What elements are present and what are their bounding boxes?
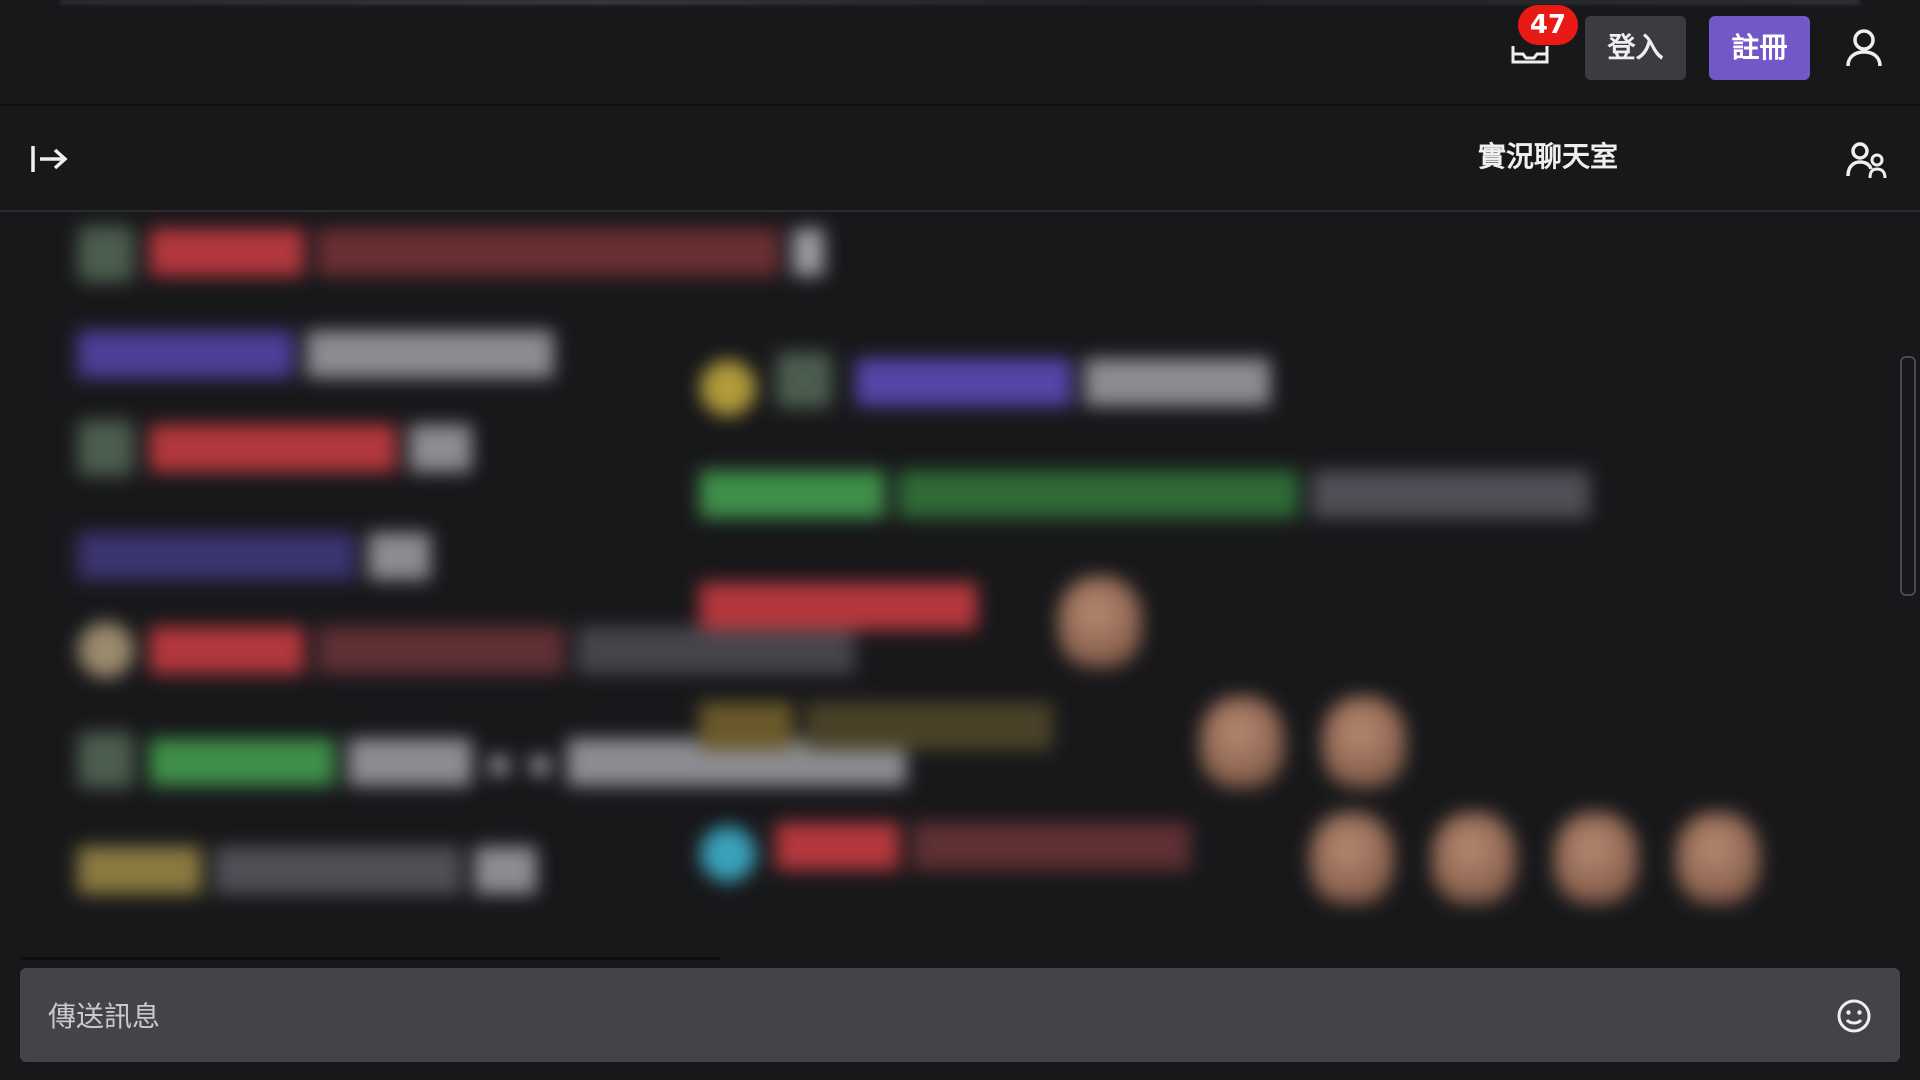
chat-header: 實況聊天室 <box>0 106 1920 212</box>
chat-message-blur: █████ ███████████████ █ <box>150 230 824 276</box>
collapse-chat-button[interactable] <box>30 142 70 176</box>
chat-emote <box>1200 696 1284 788</box>
chat-avatar <box>78 226 134 282</box>
chat-message-blur: ████████ ██ <box>150 426 472 472</box>
collapse-arrow-icon <box>31 146 68 172</box>
chat-emote <box>1432 812 1516 904</box>
login-button[interactable]: 登入 <box>1585 16 1686 80</box>
chat-emote <box>1322 696 1406 788</box>
chat-message-input[interactable] <box>46 968 1810 1064</box>
community-button[interactable] <box>1846 140 1888 180</box>
emoji-smile-icon <box>1837 999 1871 1033</box>
chat-message-blur: █████ ████████ █████████ <box>150 628 855 674</box>
chat-message-blur: ███████ ████████ <box>78 332 554 378</box>
signup-button[interactable]: 註冊 <box>1709 16 1810 80</box>
notification-count-badge: 47 <box>1518 5 1578 45</box>
user-menu-button[interactable] <box>1842 26 1886 70</box>
chat-message-blur: ███████ ██████ <box>856 360 1270 406</box>
chat-message-blur: ██████ █████████████ █████████ <box>700 472 1590 518</box>
chat-badge <box>700 360 756 416</box>
chat-scrollbar[interactable] <box>1900 356 1916 596</box>
chat-divider <box>20 957 720 960</box>
chat-emote <box>1310 812 1394 904</box>
community-users-icon <box>1846 142 1887 179</box>
chat-message-blur: █████████ <box>700 584 977 630</box>
chat-message-blur: ████ █████████ <box>776 824 1190 870</box>
blurred-chat-messages: █████ ███████████████ █ ███████ ████████… <box>0 212 1920 960</box>
chat-message-blur: ███ ████████ <box>700 704 1053 750</box>
chat-avatar <box>78 732 134 788</box>
chat-avatar <box>776 352 832 408</box>
user-icon <box>1846 29 1882 67</box>
top-navigation-bar: 47 登入 註冊 <box>0 0 1920 106</box>
chat-emote <box>1676 812 1760 904</box>
emoji-picker-button[interactable] <box>1836 998 1872 1034</box>
chat-message-blur: █████████ ██ <box>78 534 431 580</box>
chat-avatar <box>78 420 134 476</box>
chat-badge <box>700 826 756 882</box>
chat-message-blur: ████ ████████ ██ <box>78 848 537 894</box>
chat-title: 實況聊天室 <box>1477 140 1618 173</box>
chat-message-list[interactable]: █████ ███████████████ █ ███████ ████████… <box>0 212 1920 960</box>
top-edge-blur <box>60 0 1860 4</box>
chat-composer <box>20 968 1900 1064</box>
chat-emote <box>1058 576 1142 668</box>
chat-emote <box>1554 812 1638 904</box>
chat-avatar <box>78 622 134 678</box>
